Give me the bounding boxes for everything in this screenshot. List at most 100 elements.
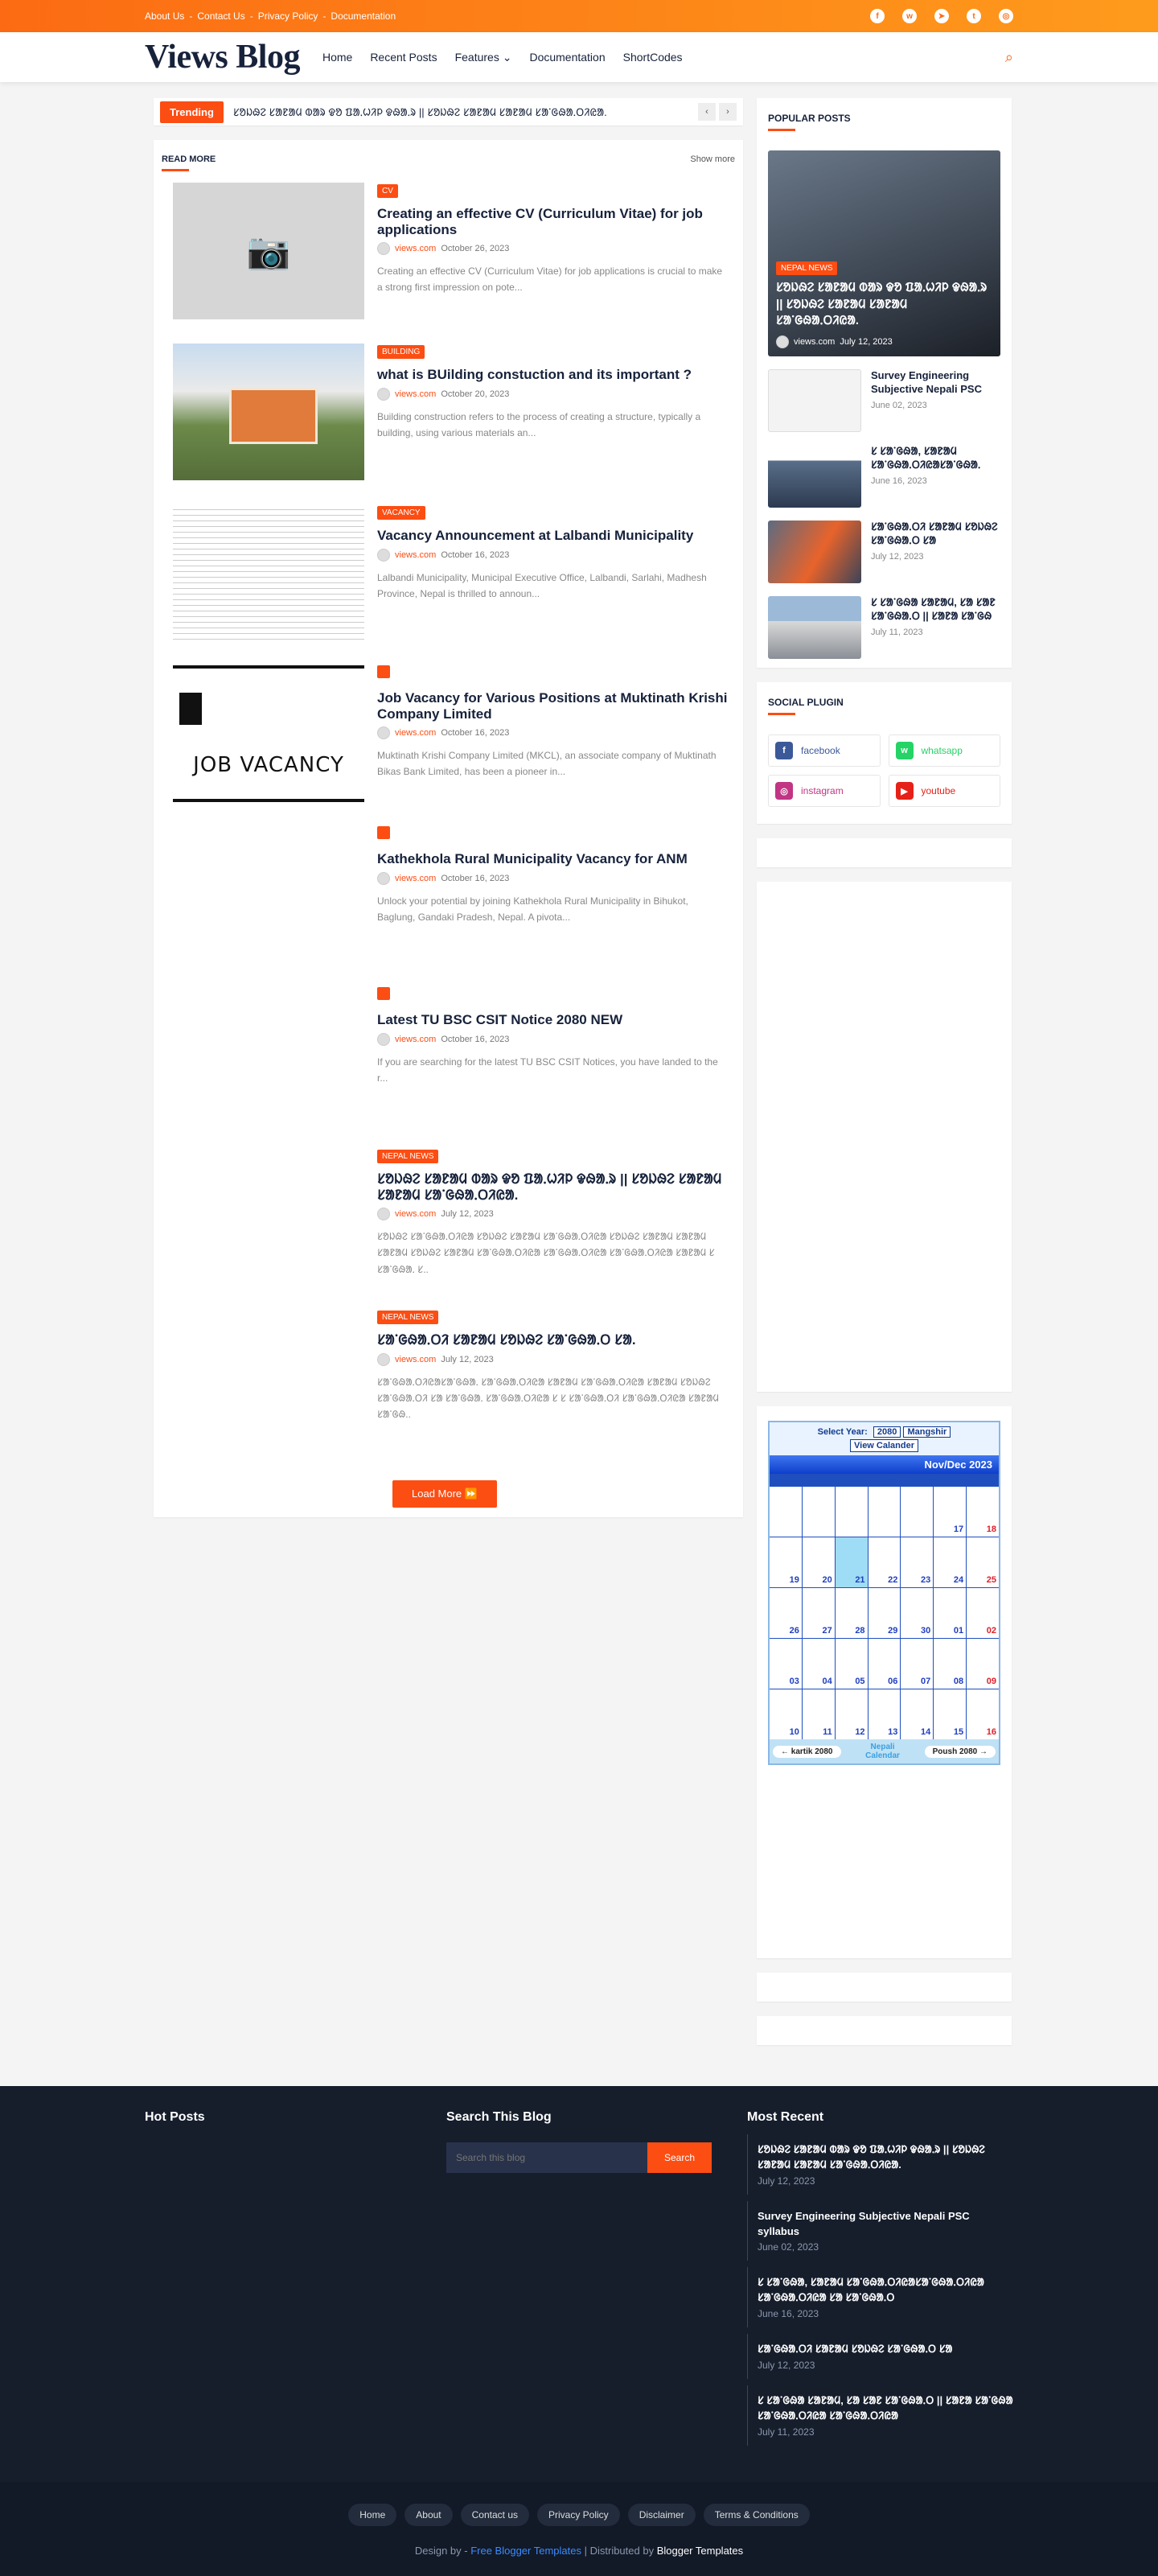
calendar-day-cell[interactable]: 25	[967, 1537, 999, 1587]
nav-shortcodes[interactable]: ShortCodes	[623, 51, 683, 64]
calendar-day-cell[interactable]: 01	[934, 1588, 967, 1638]
bottom-link-privacy[interactable]: Privacy Policy	[537, 2504, 620, 2526]
post-title[interactable]: what is BUilding constuction and its imp…	[377, 367, 728, 383]
post-title[interactable]: Latest TU BSC CSIT Notice 2080 NEW	[377, 1012, 728, 1028]
whatsapp-button[interactable]: w whatsapp	[888, 735, 1000, 767]
post-title[interactable]: Vacancy Announcement at Lalbandi Municip…	[377, 528, 728, 544]
post-tag[interactable]: VACANCY	[377, 506, 425, 520]
nav-home[interactable]: Home	[322, 51, 352, 64]
recent-item[interactable]: ᱥᱚᱡᱷᱮ ᱥᱟᱱᱟᱢ ᱵᱟᱨ ᱫᱚ ᱯᱟᱹᱦᱤᱞ ᱫᱷᱟᱹᱨ || ᱥᱚᱡᱷᱮ…	[747, 2134, 1013, 2195]
calendar-day-cell[interactable]: 02	[967, 1588, 999, 1638]
post-author[interactable]: views.com	[395, 1035, 436, 1044]
bottom-link-about[interactable]: About	[404, 2504, 453, 2526]
recent-title[interactable]: ᱥᱟᱸᱜᱷᱟᱹᱛᱤ ᱥᱟᱱᱟᱢ ᱥᱚᱡᱷᱮ ᱥᱟᱸᱜᱷᱟᱹᱛ ᱥᱟ	[758, 2342, 1013, 2357]
post-thumbnail[interactable]	[173, 504, 364, 641]
instagram-button[interactable]: ◎ instagram	[768, 775, 881, 807]
post-title[interactable]: Survey Engineering Subjective Nepali PSC	[871, 369, 1000, 397]
post-author[interactable]: views.com	[395, 550, 436, 560]
post-title[interactable]: Creating an effective CV (Curriculum Vit…	[377, 206, 728, 237]
post-author[interactable]: views.com	[395, 244, 436, 253]
load-more-button[interactable]: Load More ⏩	[392, 1480, 497, 1508]
post-thumbnail[interactable]	[768, 369, 861, 432]
instagram-icon[interactable]: ◎	[999, 9, 1013, 23]
recent-item[interactable]: ᱥ ᱥᱟᱸᱜᱷᱟ ᱥᱟᱱᱟᱢ, ᱥᱟ ᱥᱟᱱ ᱥᱟᱸᱜᱷᱟᱹᱛ || ᱥᱟᱱᱟ …	[747, 2385, 1013, 2446]
post-thumbnail[interactable]	[768, 445, 861, 508]
trending-prev-icon[interactable]: ‹	[698, 103, 716, 121]
bottom-link-disclaimer[interactable]: Disclaimer	[627, 2504, 696, 2526]
calendar-day-cell[interactable]: 11	[802, 1689, 835, 1739]
calendar-day-cell[interactable]: 08	[934, 1639, 967, 1689]
calendar-day-cell[interactable]: 15	[934, 1689, 967, 1739]
post-tag[interactable]: NEPAL NEWS	[377, 1150, 439, 1163]
post-title[interactable]: ᱥᱚᱡᱷᱮ ᱥᱟᱱᱟᱢ ᱵᱟᱨ ᱫᱚ ᱯᱟᱹᱦᱤᱞ ᱫᱷᱟᱹᱨ || ᱥᱚᱡᱷᱮ…	[377, 1171, 728, 1203]
calendar-day-cell[interactable]: 24	[934, 1537, 967, 1587]
post-author[interactable]: views.com	[395, 874, 436, 883]
recent-item[interactable]: Survey Engineering Subjective Nepali PSC…	[747, 2200, 1013, 2261]
twitter-icon[interactable]: t	[967, 9, 981, 23]
post-author[interactable]: views.com	[395, 728, 436, 738]
post-thumbnail[interactable]	[173, 344, 364, 480]
post-item[interactable]: NEPAL NEWS ᱥᱟᱸᱜᱷᱟᱹᱛᱤ ᱥᱟᱱᱟᱢ ᱥᱚᱡᱷᱮ ᱥᱟᱸᱜᱷᱟᱹ…	[173, 1309, 728, 1446]
bottom-link-home[interactable]: Home	[348, 2504, 397, 2526]
calendar-day-cell[interactable]: 27	[802, 1588, 835, 1638]
post-title[interactable]: ᱥ ᱥᱟᱸᱜᱷᱟ, ᱥᱟᱱᱟᱢ ᱥᱟᱸᱜᱷᱟᱹᱛᱤᱭᱟᱥᱟᱸᱜᱷᱟᱹ	[871, 445, 1000, 472]
calendar-day-cell[interactable]: 16	[967, 1689, 999, 1739]
trending-text[interactable]: ᱥᱚᱡᱷᱮ ᱥᱟᱱᱟᱢ ᱵᱟᱨ ᱫᱚ ᱯᱟᱹᱦᱤᱞ ᱫᱷᱟᱹᱨ || ᱥᱚᱡᱷᱮ…	[233, 105, 695, 119]
calendar-day-cell[interactable]: 20	[802, 1537, 835, 1587]
popular-post-item[interactable]: ᱥ ᱥᱟᱸᱜᱷᱟ ᱥᱟᱱᱟᱢ, ᱥᱟ ᱥᱟᱱ ᱥᱟᱸᱜᱷᱟᱹᱛ || ᱥᱟᱱᱟ …	[768, 596, 1000, 659]
post-author[interactable]: views.com	[395, 1209, 436, 1219]
calendar-day-cell[interactable]: 04	[802, 1639, 835, 1689]
view-calendar-button[interactable]: View Calander	[850, 1439, 918, 1452]
post-tag[interactable]: CV	[377, 184, 398, 198]
recent-title[interactable]: ᱥ ᱥᱟᱸᱜᱷᱟ ᱥᱟᱱᱟᱢ, ᱥᱟ ᱥᱟᱱ ᱥᱟᱸᱜᱷᱟᱹᱛ || ᱥᱟᱱᱟ …	[758, 2393, 1013, 2424]
search-input[interactable]	[446, 2142, 647, 2173]
calendar-day-cell[interactable]: 06	[868, 1639, 901, 1689]
post-tag[interactable]	[377, 665, 390, 678]
calendar-day-cell[interactable]: 17	[934, 1487, 967, 1537]
top-link-contact[interactable]: Contact Us	[197, 10, 244, 22]
site-logo[interactable]: Views Blog	[145, 38, 300, 76]
recent-title[interactable]: Survey Engineering Subjective Nepali PSC…	[758, 2209, 1013, 2240]
free-templates-link[interactable]: Free Blogger Templates	[470, 2545, 581, 2557]
year-select[interactable]: 2080	[873, 1426, 901, 1438]
recent-title[interactable]: ᱥ ᱥᱟᱸᱜᱷᱟ, ᱥᱟᱱᱟᱢ ᱥᱟᱸᱜᱷᱟᱹᱛᱤᱭᱟᱥᱟᱸᱜᱷᱟᱹᱛᱤᱭᱟ ᱥ…	[758, 2275, 1013, 2306]
youtube-button[interactable]: ▶ youtube	[888, 775, 1000, 807]
calendar-day-cell[interactable]: 09	[967, 1639, 999, 1689]
calendar-day-cell[interactable]: 13	[868, 1689, 901, 1739]
post-tag[interactable]: BUILDING	[377, 345, 425, 359]
post-item[interactable]: 📷 CV Creating an effective CV (Curriculu…	[173, 183, 728, 319]
calendar-day-cell[interactable]: 21	[835, 1537, 868, 1587]
calendar-day-cell[interactable]: 14	[901, 1689, 934, 1739]
popular-post-item[interactable]: ᱥ ᱥᱟᱸᱜᱷᱟ, ᱥᱟᱱᱟᱢ ᱥᱟᱸᱜᱷᱟᱹᱛᱤᱭᱟᱥᱟᱸᱜᱷᱟᱹ June 1…	[768, 445, 1000, 508]
post-tag[interactable]: NEPAL NEWS	[377, 1311, 439, 1324]
calendar-day-cell[interactable]: 10	[770, 1689, 802, 1739]
post-item[interactable]: JOB VACANCY Job Vacancy for Various Posi…	[173, 665, 728, 802]
post-title[interactable]: ᱥᱚᱡᱷᱮ ᱥᱟᱱᱟᱢ ᱵᱟᱨ ᱫᱚ ᱯᱟᱹᱦᱤᱞ ᱫᱷᱟᱹᱨ || ᱥᱚᱡᱷᱮ…	[776, 280, 992, 329]
post-title[interactable]: ᱥᱟᱸᱜᱷᱟᱹᱛᱤ ᱥᱟᱱᱟᱢ ᱥᱚᱡᱷᱮ ᱥᱟᱸᱜᱷᱟᱹᱛ ᱥᱟ.	[377, 1332, 728, 1348]
telegram-icon[interactable]: ➤	[934, 9, 949, 23]
post-title[interactable]: Kathekhola Rural Municipality Vacancy fo…	[377, 851, 728, 867]
post-title[interactable]: ᱥᱟᱸᱜᱷᱟᱹᱛᱤ ᱥᱟᱱᱟᱢ ᱥᱚᱡᱷᱮ ᱥᱟᱸᱜᱷᱟᱹᱛ ᱥᱟ	[871, 521, 1000, 548]
month-select[interactable]: Mangshir	[903, 1426, 951, 1438]
post-tag[interactable]	[377, 826, 390, 839]
post-title[interactable]: Job Vacancy for Various Positions at Muk…	[377, 690, 728, 722]
post-thumbnail[interactable]	[768, 596, 861, 659]
calendar-day-cell[interactable]: 22	[868, 1537, 901, 1587]
search-icon[interactable]: ⌕	[1005, 49, 1013, 66]
nav-features[interactable]: Features ⌄	[455, 51, 512, 64]
calendar-day-cell[interactable]: 05	[835, 1639, 868, 1689]
post-item[interactable]: BUILDING what is BUilding constuction an…	[173, 344, 728, 480]
calendar-day-cell[interactable]: 12	[835, 1689, 868, 1739]
nav-documentation[interactable]: Documentation	[529, 51, 605, 64]
recent-title[interactable]: ᱥᱚᱡᱷᱮ ᱥᱟᱱᱟᱢ ᱵᱟᱨ ᱫᱚ ᱯᱟᱹᱦᱤᱞ ᱫᱷᱟᱹᱨ || ᱥᱚᱡᱷᱮ…	[758, 2142, 1013, 2173]
calendar-day-cell[interactable]: 19	[770, 1537, 802, 1587]
post-author[interactable]: views.com	[395, 1355, 436, 1364]
post-thumbnail[interactable]	[768, 521, 861, 583]
post-item[interactable]: NEPAL NEWS ᱥᱚᱡᱷᱮ ᱥᱟᱱᱟᱢ ᱵᱟᱨ ᱫᱚ ᱯᱟᱹᱦᱤᱞ ᱫᱷᱟ…	[173, 1148, 728, 1285]
top-link-privacy[interactable]: Privacy Policy	[258, 10, 318, 22]
calendar-day-cell[interactable]: 18	[967, 1487, 999, 1537]
post-thumbnail[interactable]: JOB VACANCY	[173, 665, 364, 802]
post-tag[interactable]: NEPAL NEWS	[776, 261, 838, 276]
calendar-day-cell[interactable]: 26	[770, 1588, 802, 1638]
calendar-day-cell[interactable]: 28	[835, 1588, 868, 1638]
